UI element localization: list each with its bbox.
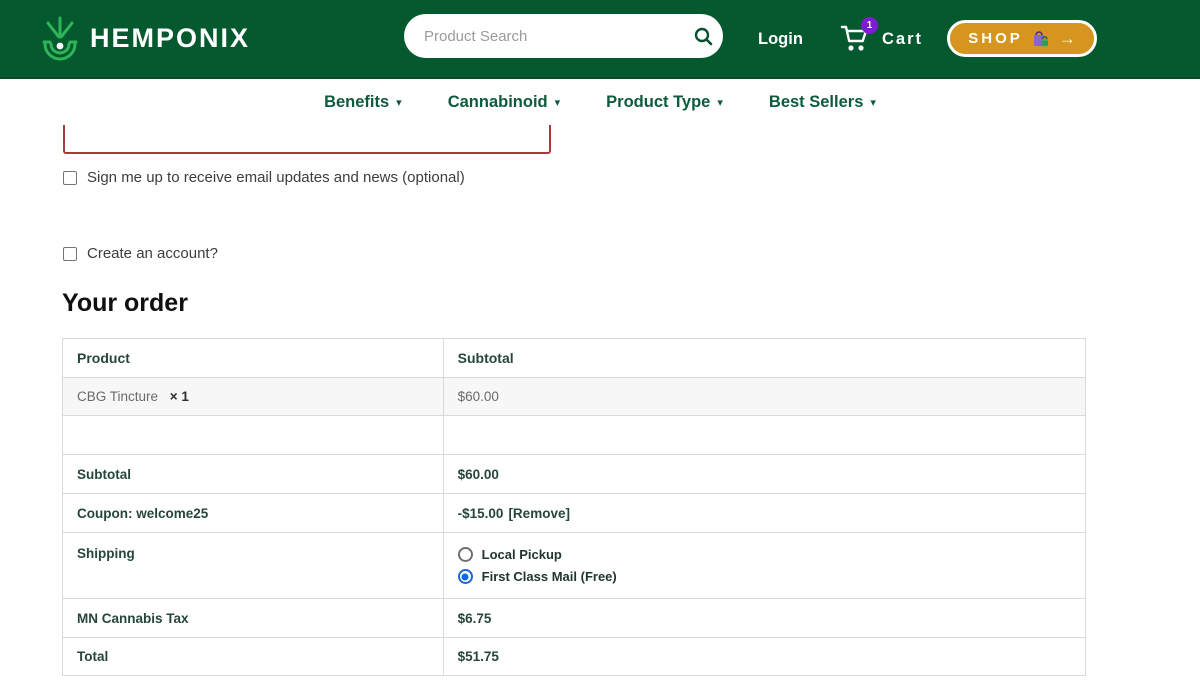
chevron-down-icon: ▾	[396, 96, 402, 109]
search-input[interactable]	[404, 14, 683, 58]
tax-value: $6.75	[457, 610, 492, 626]
coupon-remove-link[interactable]: [Remove]	[508, 506, 570, 521]
nav-item-benefits[interactable]: Benefits ▾	[324, 93, 402, 112]
nav-item-product-type[interactable]: Product Type ▾	[606, 93, 723, 112]
table-header-row: Product Subtotal	[62, 338, 1087, 378]
main-nav: Benefits ▾ Cannabinoid ▾ Product Type ▾ …	[0, 79, 1200, 125]
create-account-checkbox-row[interactable]: Create an account?	[63, 245, 218, 262]
hemponix-plant-icon	[40, 15, 80, 63]
order-summary-table: Product Subtotal CBG Tincture × 1 $60.00…	[62, 338, 1087, 676]
shop-button-label: SHOP	[968, 30, 1023, 47]
email-signup-label: Sign me up to receive email updates and …	[87, 169, 465, 186]
subtotal-row: Subtotal $60.00	[62, 454, 1087, 494]
arrow-right-icon: →	[1058, 29, 1076, 48]
product-search-bar	[404, 14, 723, 58]
cart-label: Cart	[882, 30, 924, 48]
total-row: Total $51.75	[62, 637, 1087, 676]
cart-button[interactable]: 1 Cart	[840, 0, 923, 79]
first-class-mail-radio[interactable]	[457, 569, 473, 584]
local-pickup-radio[interactable]	[457, 547, 473, 562]
checkout-page: Sign me up to receive email updates and …	[0, 122, 1200, 682]
column-header-subtotal: Subtotal	[442, 338, 1087, 378]
tax-row: MN Cannabis Tax $6.75	[62, 598, 1087, 638]
brand-name: HEMPONIX	[90, 23, 251, 53]
brand-logo[interactable]: HEMPONIX	[40, 15, 250, 63]
total-value: $51.75	[457, 649, 499, 664]
tax-label: MN Cannabis Tax	[77, 610, 189, 626]
create-account-checkbox[interactable]	[63, 246, 77, 261]
email-signup-checkbox-row[interactable]: Sign me up to receive email updates and …	[63, 169, 465, 186]
search-icon[interactable]	[683, 14, 723, 58]
shopping-bags-icon	[1032, 30, 1050, 48]
create-account-label: Create an account?	[87, 245, 218, 262]
shipping-row: Shipping Local Pickup First Class Mail (…	[62, 532, 1087, 599]
column-header-product: Product	[62, 338, 444, 378]
chevron-down-icon: ▾	[554, 96, 561, 109]
product-subtotal: $60.00	[457, 389, 499, 404]
product-name: CBG Tincture	[77, 389, 159, 404]
form-field-error[interactable]	[63, 122, 551, 154]
coupon-label: Coupon: welcome25	[77, 505, 209, 521]
shipping-option-local-pickup[interactable]: Local Pickup	[457, 547, 1071, 562]
total-label: Total	[77, 649, 109, 664]
nav-item-best-sellers[interactable]: Best Sellers ▾	[769, 93, 876, 112]
login-link[interactable]: Login	[758, 0, 803, 79]
cart-count-badge: 1	[861, 16, 878, 34]
nav-item-cannabinoid[interactable]: Cannabinoid ▾	[448, 93, 560, 112]
product-row: CBG Tincture × 1 $60.00	[62, 377, 1087, 416]
coupon-discount-value: -$15.00	[457, 505, 504, 521]
product-quantity: × 1	[169, 389, 189, 404]
coupon-row: Coupon: welcome25 -$15.00 [Remove]	[62, 493, 1087, 533]
site-header: HEMPONIX Login 1 Cart	[0, 0, 1200, 79]
shipping-option-first-class-mail[interactable]: First Class Mail (Free)	[457, 569, 1071, 584]
order-heading: Your order	[62, 289, 188, 317]
chevron-down-icon: ▾	[717, 96, 723, 109]
subtotal-label: Subtotal	[77, 466, 131, 482]
email-signup-checkbox[interactable]	[63, 170, 77, 185]
empty-row	[62, 415, 1087, 455]
chevron-down-icon: ▾	[870, 96, 876, 109]
subtotal-value: $60.00	[457, 466, 499, 482]
shop-button[interactable]: SHOP →	[947, 20, 1097, 57]
shipping-label: Shipping	[77, 546, 135, 561]
